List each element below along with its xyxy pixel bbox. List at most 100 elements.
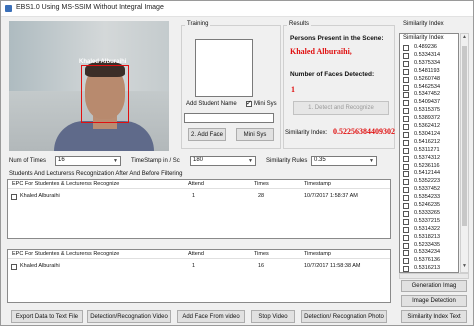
add-face-button[interactable]: 2. Add Face: [188, 128, 226, 141]
similarity-item-value: 0.5352223: [414, 178, 440, 185]
faces-detected-label: Number of Faces Detected:: [290, 71, 375, 78]
similarity-item-checkbox[interactable]: [403, 163, 409, 170]
table-row[interactable]: Khaled Alburaihi 1 16 10/7/2017 11:58:38…: [8, 262, 390, 271]
row-attend: 1: [192, 263, 196, 269]
similarity-item-value: 0.5304124: [414, 130, 440, 137]
similarity-hscrollbar[interactable]: [399, 273, 469, 279]
similarity-item-value: 0.5246235: [414, 202, 440, 208]
column-header-times[interactable]: Times: [254, 251, 269, 257]
training-group-label: Training: [185, 21, 211, 27]
similarity-item-checkbox[interactable]: [403, 147, 409, 154]
similarity-item-checkbox[interactable]: [403, 139, 409, 146]
column-header-name[interactable]: EPC For Studentes & Lecturerss Recognize: [12, 181, 119, 187]
similarity-item-checkbox[interactable]: [403, 60, 409, 67]
similarity-item-value: 0.5260748: [414, 75, 440, 82]
similarity-item-value: 0.5376136: [414, 257, 440, 264]
export-data-button[interactable]: Export Data to Text File: [11, 310, 83, 323]
recognition-table-after[interactable]: EPC For Studentes & Lecturerss Recognize…: [7, 179, 391, 239]
similarity-item-checkbox[interactable]: [403, 116, 409, 123]
detection-photo-button[interactable]: Detection/ Recognation Photo: [301, 310, 387, 323]
similarity-item-checkbox[interactable]: [403, 76, 409, 83]
similarity-item-value: 0.5481193: [414, 67, 440, 74]
row-checkbox[interactable]: [11, 194, 17, 200]
column-header-attend[interactable]: Attend: [188, 251, 204, 257]
mini-sys-button[interactable]: Mini Sys: [236, 128, 274, 141]
scrollbar-thumb[interactable]: [462, 46, 467, 226]
similarity-item-checkbox[interactable]: [403, 226, 409, 233]
scroll-down-icon[interactable]: ▼: [461, 263, 468, 272]
similarity-rules-select[interactable]: 0.35 ▼: [311, 156, 377, 166]
generation-image-button[interactable]: Generation Imag: [401, 280, 467, 292]
detect-recognize-button[interactable]: 1. Detect and Recognize: [293, 101, 389, 115]
image-detection-button[interactable]: Image Detection: [401, 295, 467, 307]
faces-detected-value: 1: [291, 85, 295, 94]
detection-video-button[interactable]: Detection/Recognation Video: [87, 310, 171, 323]
table-row[interactable]: Khaled Alburaihi 1 28 10/7/2017 1:58:37 …: [8, 192, 390, 201]
add-face-video-button[interactable]: Add Face From video: [177, 310, 245, 323]
similarity-index-list[interactable]: Similarity Index 0.489236 0.5334314 0.5375…: [399, 33, 459, 273]
similarity-item-checkbox[interactable]: [403, 179, 409, 186]
similarity-item-checkbox[interactable]: [403, 92, 409, 99]
similarity-item-checkbox[interactable]: [403, 45, 409, 51]
person-name-result: Khaled Alburaihi,: [290, 47, 352, 56]
similarity-item-checkbox[interactable]: [403, 52, 409, 59]
similarity-item-checkbox[interactable]: [403, 195, 409, 202]
column-header-timestamp[interactable]: Timestamp: [304, 181, 331, 187]
similarity-item-checkbox[interactable]: [403, 210, 409, 217]
chevron-down-icon: ▼: [369, 158, 374, 164]
stop-video-button[interactable]: Stop Video: [251, 310, 295, 323]
similarity-item-value: 0.5462534: [414, 83, 440, 90]
similarity-index-text-button[interactable]: Similarity Index Text: [401, 310, 467, 323]
similarity-item-value: 0.5316213: [414, 265, 440, 272]
similarity-item-checkbox[interactable]: [403, 68, 409, 75]
student-name-input[interactable]: [184, 113, 274, 123]
similarity-item-value: 0.5347452: [414, 91, 440, 98]
similarity-item-value: 0.5311271: [414, 146, 440, 153]
student-picture-box: [195, 39, 253, 97]
similarity-item-checkbox[interactable]: [403, 234, 409, 241]
timestamp-select[interactable]: 180 ▼: [190, 156, 256, 166]
num-times-select[interactable]: 16 ▼: [55, 156, 121, 166]
row-timestamp: 10/7/2017 1:58:37 AM: [304, 193, 358, 199]
similarity-item-checkbox[interactable]: [403, 266, 409, 272]
timestamp-value: 180: [193, 157, 204, 163]
recognition-table-before[interactable]: EPC For Studentes & Lecturerss Recognize…: [7, 249, 391, 303]
similarity-item-value: 0.5236116: [414, 162, 440, 169]
similarity-item-value: 0.5389372: [414, 115, 440, 122]
similarity-item-checkbox[interactable]: [403, 155, 409, 162]
row-checkbox[interactable]: [11, 264, 17, 270]
scroll-up-icon[interactable]: ▲: [461, 34, 468, 43]
similarity-item-checkbox[interactable]: [403, 84, 409, 91]
similarity-item-value: 0.5334314: [414, 51, 440, 58]
similarity-item-checkbox[interactable]: [403, 124, 409, 130]
chevron-down-icon: ▼: [113, 158, 118, 164]
similarity-index-value: 0.52256384409302: [333, 127, 395, 136]
similarity-item-value: 0.5375334: [414, 59, 440, 66]
similarity-item-checkbox[interactable]: [403, 258, 409, 265]
similarity-item-value: 0.5374312: [414, 154, 440, 161]
similarity-item-checkbox[interactable]: [403, 187, 409, 194]
similarity-index-label: Similarity Index:: [285, 130, 328, 136]
similarity-scrollbar[interactable]: ▲ ▼: [460, 33, 469, 273]
similarity-item-checkbox[interactable]: [403, 108, 409, 115]
chevron-down-icon: ▼: [248, 158, 253, 164]
similarity-item-checkbox[interactable]: [403, 218, 409, 225]
face-detection-box: [81, 65, 129, 123]
num-times-value: 16: [58, 157, 65, 163]
similarity-item-checkbox[interactable]: [403, 131, 409, 138]
similarity-item-checkbox[interactable]: [403, 250, 409, 257]
column-header-attend[interactable]: Attend: [188, 181, 204, 187]
student-name-label: Add Student Name: [186, 101, 237, 107]
column-header-times[interactable]: Times: [254, 181, 269, 187]
similarity-item-checkbox[interactable]: [403, 171, 409, 178]
app-icon: [5, 5, 12, 12]
row-timestamp: 10/7/2017 11:58:38 AM: [304, 263, 361, 269]
similarity-item-checkbox[interactable]: [403, 100, 409, 107]
similarity-item-checkbox[interactable]: [403, 242, 409, 249]
mini-sys-checkbox[interactable]: [246, 99, 252, 107]
row-name: Khaled Alburaihi: [20, 263, 60, 269]
similarity-item-checkbox[interactable]: [403, 203, 409, 209]
column-header-timestamp[interactable]: Timestamp: [304, 251, 331, 257]
camera-feed: Khaled Alburaihi: [9, 21, 169, 151]
column-header-name[interactable]: EPC For Studentes & Lecturerss Recognize: [12, 251, 119, 257]
